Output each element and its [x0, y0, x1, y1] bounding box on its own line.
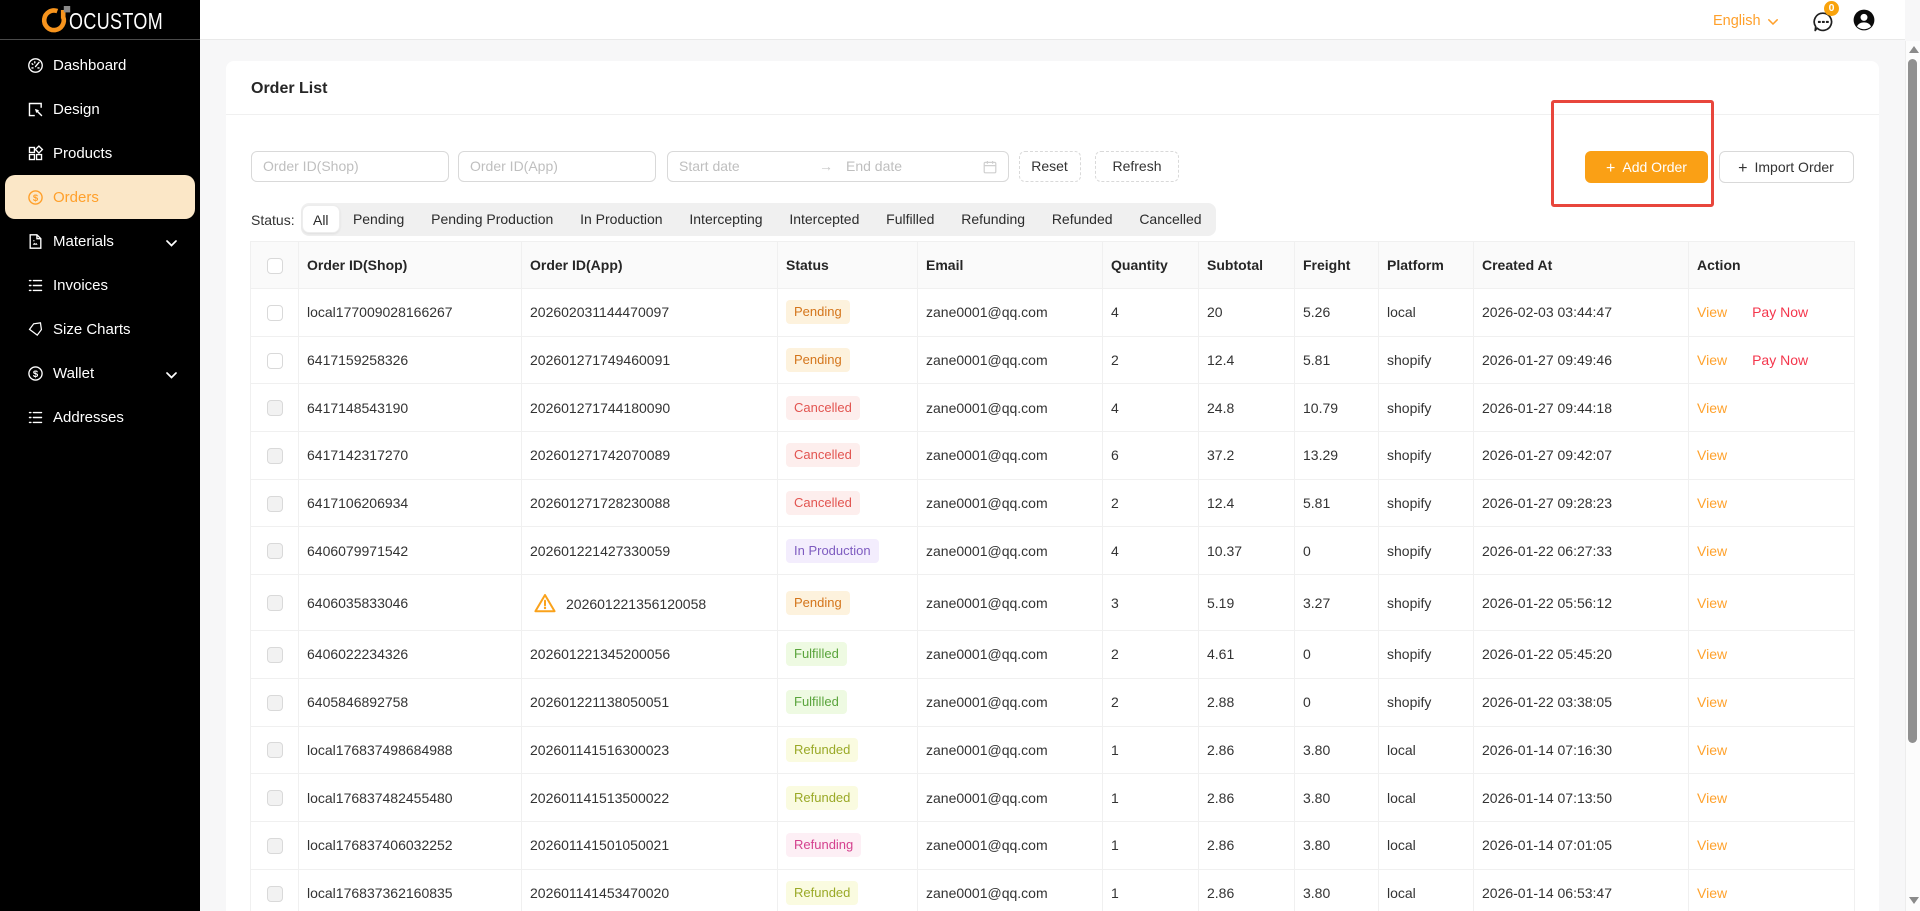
- svg-text:$: $: [33, 368, 39, 379]
- svg-text:$: $: [33, 192, 39, 203]
